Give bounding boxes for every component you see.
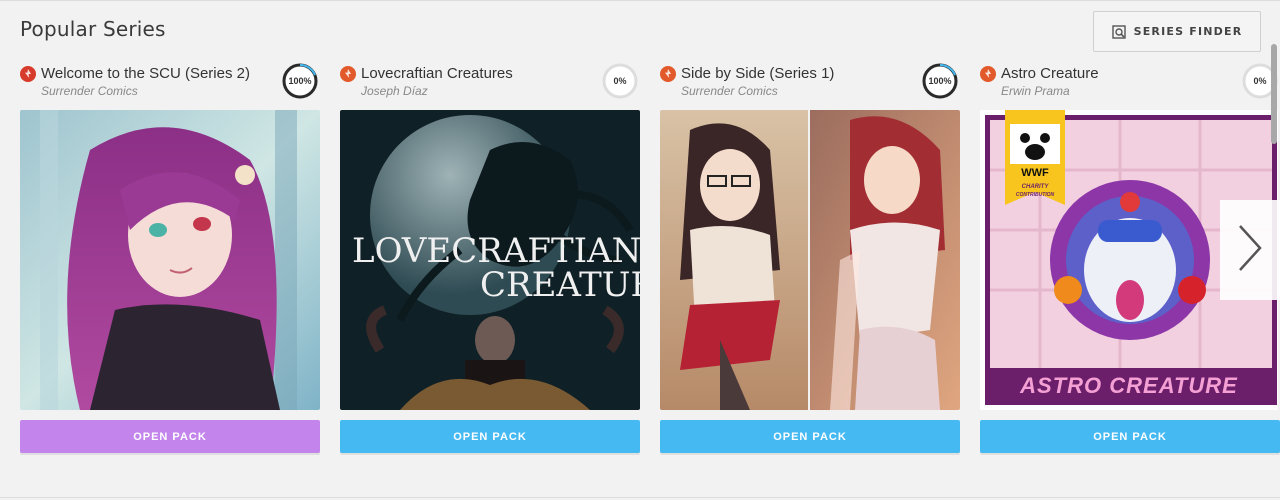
series-cover-image[interactable]: LOVECRAFTIAN CREATURES (340, 110, 640, 410)
series-cover-image[interactable] (20, 110, 320, 410)
badge-wwf-label: WWF (1021, 167, 1049, 179)
flame-badge-icon (980, 66, 996, 82)
scrollbar-thumb[interactable] (1271, 44, 1277, 144)
badge-charity-label: CHARITY (1022, 184, 1050, 190)
cover-title: ASTRO CREATURE (1019, 373, 1238, 398)
open-pack-button[interactable]: OPEN PACK (340, 420, 640, 453)
flame-badge-icon (340, 66, 356, 82)
progress-ring: 0% (602, 63, 638, 99)
series-name[interactable]: Welcome to the SCU (Series 2) (41, 65, 250, 82)
series-author[interactable]: Surrender Comics (681, 84, 778, 98)
series-card: Welcome to the SCU (Series 2) Surrender … (20, 62, 320, 456)
top-divider (0, 0, 1280, 1)
series-name[interactable]: Lovecraftian Creatures (361, 65, 513, 82)
progress-percent: 0% (613, 76, 627, 86)
carousel-next-button[interactable] (1220, 200, 1280, 300)
series-card: Lovecraftian Creatures Joseph Díaz 0% LO… (340, 62, 640, 456)
series-author[interactable]: Surrender Comics (41, 84, 138, 98)
open-pack-button[interactable]: OPEN PACK (660, 420, 960, 453)
flame-badge-icon (20, 66, 36, 82)
series-name[interactable]: Side by Side (Series 1) (681, 65, 834, 82)
open-pack-button[interactable]: OPEN PACK (20, 420, 320, 453)
series-card-header: Welcome to the SCU (Series 2) Surrender … (20, 62, 320, 110)
cover-title-line-2: CREATURES (480, 265, 640, 305)
series-card-header: Side by Side (Series 1) Surrender Comics… (660, 62, 960, 110)
series-card-header: Lovecraftian Creatures Joseph Díaz 0% (340, 62, 640, 110)
series-card-header: Astro Creature Erwin Prama 0% (980, 62, 1280, 110)
chevron-right-icon (1237, 223, 1263, 277)
series-name[interactable]: Astro Creature (1001, 65, 1099, 82)
section-title: Popular Series (20, 17, 166, 41)
flame-badge-icon (660, 66, 676, 82)
search-list-icon (1111, 24, 1126, 39)
series-finder-label: SERIES FINDER (1133, 25, 1243, 38)
progress-ring: 100% (282, 63, 318, 99)
bottom-divider (0, 497, 1280, 498)
series-author[interactable]: Joseph Díaz (361, 84, 428, 98)
progress-ring: 100% (922, 63, 958, 99)
badge-contribution-label: CONTRIBUTION (1016, 192, 1055, 198)
series-cover-image[interactable] (660, 110, 960, 410)
series-card: Side by Side (Series 1) Surrender Comics… (660, 62, 960, 456)
progress-percent: 100% (928, 76, 952, 86)
progress-percent: 100% (288, 76, 312, 86)
series-finder-button[interactable]: SERIES FINDER (1093, 11, 1261, 52)
open-pack-button[interactable]: OPEN PACK (980, 420, 1280, 453)
series-author[interactable]: Erwin Prama (1001, 84, 1070, 98)
